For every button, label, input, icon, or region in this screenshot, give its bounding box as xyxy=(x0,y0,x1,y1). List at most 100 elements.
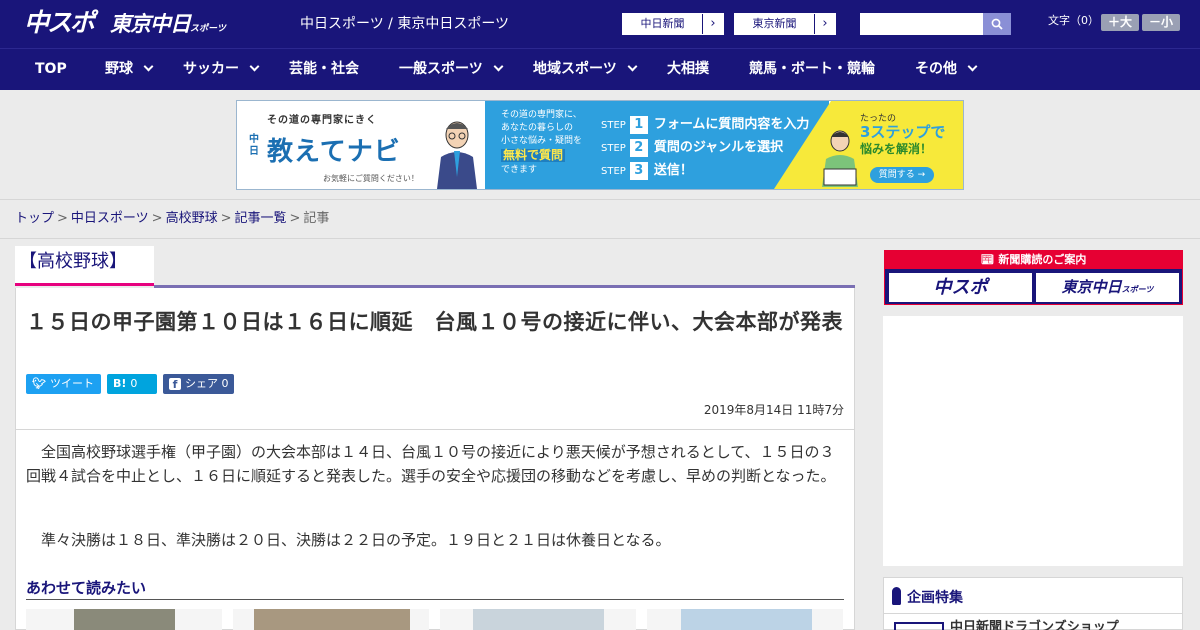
category-tab[interactable]: 【高校野球】 xyxy=(15,246,154,286)
tweet-button[interactable]: 🐦︎ ツイート xyxy=(26,374,101,394)
ad-lead-line: 小さな悩み・疑問を xyxy=(501,136,583,146)
subscription-title-text: 新聞購読のご案内 xyxy=(998,253,1087,266)
chevron-down-icon xyxy=(967,61,978,72)
top-header: 中スポ 東京中日スポーツ 中日スポーツ / 東京中日スポーツ 中日新聞 › 東京… xyxy=(0,0,1200,48)
chevron-right-icon: › xyxy=(822,16,828,31)
nav-item-sumo[interactable]: 大相撲 xyxy=(667,49,709,90)
ad-step-1: STEP 1 フォームに質問内容を入力 xyxy=(601,116,809,135)
ad-step-number: 3 xyxy=(629,162,648,180)
hatena-count: 0 xyxy=(130,377,138,390)
facebook-share-button[interactable]: f シェア 0 xyxy=(163,374,234,394)
chusupo-logo[interactable]: 中スポ xyxy=(24,8,95,38)
chunichi-shimbun-label: 中日新聞 xyxy=(623,14,703,34)
breadcrumb: トップ > 中日スポーツ > 高校野球 > 記事一覧 > 記事 xyxy=(15,211,329,227)
ad-cta-big: 3ステップで xyxy=(860,123,946,141)
hatena-bookmark-button[interactable]: B! 0 xyxy=(107,374,157,394)
breadcrumb-link-article-list[interactable]: 記事一覧 xyxy=(235,211,287,226)
font-decrease-button[interactable]: －小 xyxy=(1142,14,1180,31)
breadcrumb-separator: > xyxy=(289,211,301,226)
ad-step-3: STEP 3 送信！ xyxy=(601,162,693,181)
ad-brand-prefix: 中日 xyxy=(249,134,259,157)
related-article-thumbnail[interactable] xyxy=(440,609,636,630)
article-paragraph: 準々決勝は１８日、準決勝は２０日、決勝は２２日の予定。１９日と２１日は休養日とな… xyxy=(41,531,671,549)
nav-item-regional-sports[interactable]: 地域スポーツ xyxy=(533,49,638,90)
nav-item-general-sports[interactable]: 一般スポーツ xyxy=(399,49,504,90)
nav-item-other[interactable]: その他 xyxy=(915,49,978,90)
font-increase-button[interactable]: ＋大 xyxy=(1101,14,1139,31)
chunichi-shimbun-link[interactable]: 中日新聞 › xyxy=(622,13,724,35)
nav-item-top[interactable]: TOP xyxy=(35,49,67,90)
ad-cta-sub: 悩みを解消！ xyxy=(860,142,933,156)
businessman-illustration-icon xyxy=(437,121,477,189)
sidebar-ad-slot[interactable] xyxy=(883,316,1183,566)
ad-lead-line: あなたの暮らしの xyxy=(501,123,574,133)
nav-item-label: 芸能・社会 xyxy=(289,61,359,77)
tokyo-chunichi-logo-text: 東京中日 xyxy=(110,12,191,36)
font-size-label: 文字（0） xyxy=(1048,14,1099,27)
related-articles-rule xyxy=(26,599,844,600)
breadcrumb-separator: > xyxy=(57,211,68,226)
article-paragraph: 全国高校野球選手権（甲子園）の大会本部は１４日、台風１０号の接近により悪天候が予… xyxy=(26,443,836,485)
ad-step-label: STEP xyxy=(601,120,626,131)
related-article-thumbnail[interactable] xyxy=(26,609,222,630)
oshiete-navi-ad-banner[interactable]: その道の専門家にきく 中日 教えてナビ お気軽にご質問ください！ その道の専門家… xyxy=(236,100,964,190)
search-icon xyxy=(991,18,1003,30)
ad-lead-line: その道の専門家に、 xyxy=(501,110,582,120)
related-article-image xyxy=(473,609,604,630)
hatena-bookmark-icon: B! xyxy=(113,377,127,390)
nav-item-label: 地域スポーツ xyxy=(533,61,617,77)
article-date: 2019年8月14日 11時7分 xyxy=(703,403,844,417)
article-divider xyxy=(16,429,854,430)
ad-tagline: その道の専門家にきく xyxy=(267,115,377,126)
ad-step-text: フォームに質問内容を入力 xyxy=(653,117,810,132)
tokyo-chunichi-logo-small: スポーツ xyxy=(190,24,226,34)
site-title[interactable]: 中日スポーツ / 東京中日スポーツ xyxy=(300,15,509,33)
nav-item-entertainment[interactable]: 芸能・社会 xyxy=(289,49,359,90)
tokyo-chunichi-sports-logo[interactable]: 東京中日スポーツ xyxy=(110,10,226,43)
chevron-down-icon xyxy=(249,61,260,72)
subscription-chusupo-button[interactable]: 中スポ xyxy=(889,273,1032,302)
related-article-thumbnail[interactable] xyxy=(647,609,843,630)
article-headline: １５日の甲子園第１０日は１６日に順延 台風１０号の接近に伴い、大会本部が発表 xyxy=(26,310,843,334)
search-input[interactable] xyxy=(860,13,983,35)
pin-icon xyxy=(892,587,901,605)
nav-item-label: 野球 xyxy=(105,61,133,77)
feature-item-dragons-shop[interactable]: 中日新聞ドラゴンズショップ xyxy=(950,620,1119,630)
tweet-label: ツイート xyxy=(49,377,94,390)
ad-step-label: STEP xyxy=(601,143,626,154)
related-article-image xyxy=(74,609,175,630)
ad-step-text: 質問のジャンルを選択 xyxy=(653,140,784,155)
nav-item-racing[interactable]: 競馬・ボート・競輪 xyxy=(749,49,875,90)
subscription-tokyo-chunichi-button[interactable]: 東京中日スポーツ xyxy=(1036,273,1179,302)
nav-item-soccer[interactable]: サッカー xyxy=(183,49,260,90)
breadcrumb-separator: > xyxy=(151,211,163,226)
breadcrumb-link-high-school-baseball[interactable]: 高校野球 xyxy=(166,211,218,226)
nav-item-baseball[interactable]: 野球 xyxy=(105,49,154,90)
ad-step-text: 送信！ xyxy=(653,163,693,178)
ad-note: お気軽にご質問ください！ xyxy=(323,174,419,183)
tokyo-shimbun-link[interactable]: 東京新聞 › xyxy=(734,13,836,35)
chevron-down-icon xyxy=(493,61,504,72)
ad-cta-button[interactable]: 質問する → xyxy=(870,167,934,183)
feature-box-divider xyxy=(884,613,1182,614)
chevron-down-icon xyxy=(627,61,638,72)
breadcrumb-current: 記事 xyxy=(303,211,330,226)
breadcrumb-link-top[interactable]: トップ xyxy=(15,211,54,226)
related-article-thumbnail[interactable] xyxy=(233,609,429,630)
newspaper-icon: 📰︎ xyxy=(980,253,999,266)
breadcrumb-link-chunichi-sports[interactable]: 中日スポーツ xyxy=(71,211,149,226)
ad-lead-panel: その道の専門家に、 あなたの暮らしの 小さな悩み・疑問を 無料で質問 できます xyxy=(485,101,589,189)
feature-box: 企画特集 中日新聞ドラゴンズショップ xyxy=(883,577,1183,630)
twitter-bird-icon: 🐦︎ xyxy=(32,377,46,390)
related-article-image xyxy=(254,609,410,630)
subscription-banner[interactable]: 📰︎ 新聞購読のご案内 中スポ 東京中日スポーツ xyxy=(884,250,1183,305)
related-article-image xyxy=(681,609,812,630)
nav-item-label: サッカー xyxy=(183,61,239,77)
nav-item-label: 競馬・ボート・競輪 xyxy=(749,61,875,77)
search-button[interactable] xyxy=(983,13,1011,35)
ad-step-label: STEP xyxy=(601,166,626,177)
feature-box-title: 企画特集 xyxy=(907,590,963,606)
breadcrumb-separator: > xyxy=(220,211,232,226)
chevron-down-icon xyxy=(143,61,154,72)
ad-brand-panel: その道の専門家にきく 中日 教えてナビ お気軽にご質問ください！ xyxy=(237,101,485,189)
